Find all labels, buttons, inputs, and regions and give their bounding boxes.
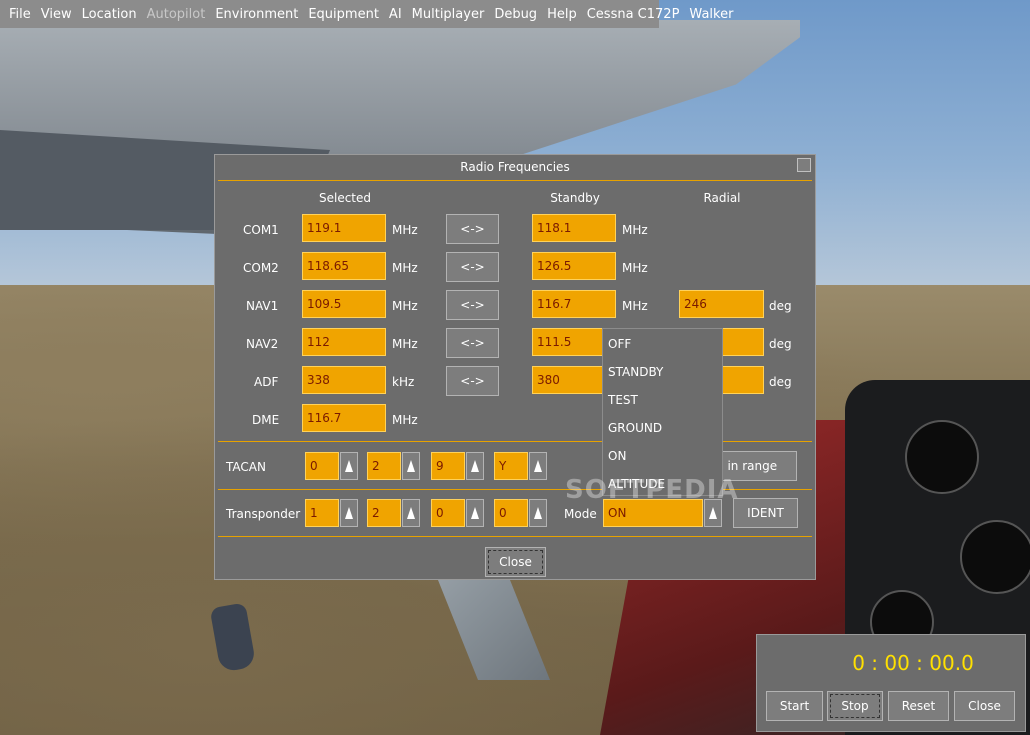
nav2-swap-button[interactable]: <-> xyxy=(446,328,499,358)
header-selected: Selected xyxy=(318,191,372,205)
tacan-label: TACAN xyxy=(226,460,266,474)
menu-bar: File View Location Autopilot Environment… xyxy=(0,0,733,28)
row-label-com2: COM2 xyxy=(243,261,279,275)
unit-label: MHz xyxy=(622,261,648,275)
unit-label: MHz xyxy=(392,299,418,313)
clock-gauge xyxy=(905,420,979,494)
row-label-dme: DME xyxy=(252,413,280,427)
header-radial: Radial xyxy=(703,191,741,205)
menu-autopilot[interactable]: Autopilot xyxy=(142,7,211,22)
menu-environment[interactable]: Environment xyxy=(210,7,303,22)
menu-walker[interactable]: Walker xyxy=(684,7,738,22)
nav1-selected-input[interactable]: 109.5 xyxy=(302,290,386,318)
menu-location[interactable]: Location xyxy=(77,7,142,22)
adf-swap-button[interactable]: <-> xyxy=(446,366,499,396)
transponder-digit-2-up-button[interactable] xyxy=(402,499,420,527)
mode-option-standby[interactable]: STANDBY xyxy=(608,365,663,379)
dialog-title: Radio Frequencies xyxy=(460,160,570,174)
tacan-digit-1-up-button[interactable] xyxy=(340,452,358,480)
mode-label: Mode xyxy=(564,507,597,521)
close-button[interactable]: Close xyxy=(485,547,546,577)
transponder-digit-1[interactable]: 1 xyxy=(305,499,339,527)
unit-label: MHz xyxy=(392,413,418,427)
menu-equipment[interactable]: Equipment xyxy=(303,7,384,22)
watermark: SOFTPEDIA xyxy=(565,475,739,505)
menu-debug[interactable]: Debug xyxy=(489,7,542,22)
transponder-digit-4-up-button[interactable] xyxy=(529,499,547,527)
tacan-xy-up-button[interactable] xyxy=(529,452,547,480)
tacan-digit-2[interactable]: 2 xyxy=(367,452,401,480)
tacan-digit-1[interactable]: 0 xyxy=(305,452,339,480)
unit-label: deg xyxy=(769,337,792,351)
unit-label: deg xyxy=(769,375,792,389)
stopwatch-time: 0 : 00 : 00.0 xyxy=(852,651,974,675)
menu-multiplayer[interactable]: Multiplayer xyxy=(407,7,490,22)
mode-option-on[interactable]: ON xyxy=(608,449,626,463)
unit-label: MHz xyxy=(392,223,418,237)
com2-swap-button[interactable]: <-> xyxy=(446,252,499,282)
stopwatch-dialog: 0 : 00 : 00.0 Start Stop Reset Close xyxy=(756,634,1026,732)
mode-option-off[interactable]: OFF xyxy=(608,337,631,351)
separator xyxy=(218,536,812,537)
com2-selected-input[interactable]: 118.65 xyxy=(302,252,386,280)
transponder-label: Transponder xyxy=(226,507,301,521)
tacan-digit-2-up-button[interactable] xyxy=(402,452,420,480)
unit-label: MHz xyxy=(392,337,418,351)
unit-label: MHz xyxy=(622,299,648,313)
separator xyxy=(218,180,812,181)
tacan-channel-xy[interactable]: Y xyxy=(494,452,528,480)
tacan-digit-3-up-button[interactable] xyxy=(466,452,484,480)
row-label-adf: ADF xyxy=(254,375,279,389)
com1-standby-input[interactable]: 118.1 xyxy=(532,214,616,242)
transponder-digit-3[interactable]: 0 xyxy=(431,499,465,527)
com1-selected-input[interactable]: 119.1 xyxy=(302,214,386,242)
menu-view[interactable]: View xyxy=(36,7,77,22)
adf-selected-input[interactable]: 338 xyxy=(302,366,386,394)
mode-option-ground[interactable]: GROUND xyxy=(608,421,662,435)
stopwatch-start-button[interactable]: Start xyxy=(766,691,823,721)
nav1-radial-input[interactable]: 246 xyxy=(679,290,764,318)
mode-option-test[interactable]: TEST xyxy=(608,393,638,407)
nav1-standby-input[interactable]: 116.7 xyxy=(532,290,616,318)
header-standby: Standby xyxy=(550,191,600,205)
unit-label: deg xyxy=(769,299,792,313)
ident-button[interactable]: IDENT xyxy=(733,498,798,528)
unit-label: MHz xyxy=(392,261,418,275)
transponder-digit-1-up-button[interactable] xyxy=(340,499,358,527)
row-label-nav2: NAV2 xyxy=(246,337,279,351)
row-label-com1: COM1 xyxy=(243,223,279,237)
instrument-gauge xyxy=(960,520,1030,594)
menu-aircraft[interactable]: Cessna C172P xyxy=(582,7,685,22)
menu-file[interactable]: File xyxy=(4,7,36,22)
tacan-digit-3[interactable]: 9 xyxy=(431,452,465,480)
transponder-digit-2[interactable]: 2 xyxy=(367,499,401,527)
dme-selected-input[interactable]: 116.7 xyxy=(302,404,386,432)
stopwatch-stop-button[interactable]: Stop xyxy=(827,691,883,721)
unit-label: MHz xyxy=(622,223,648,237)
stopwatch-close-button[interactable]: Close xyxy=(954,691,1015,721)
row-label-nav1: NAV1 xyxy=(246,299,279,313)
dialog-close-box[interactable] xyxy=(797,158,811,172)
mode-dropdown-list: OFF STANDBY TEST GROUND ON ALTITUDE xyxy=(602,328,723,496)
stopwatch-reset-button[interactable]: Reset xyxy=(888,691,949,721)
radio-frequencies-dialog: Radio Frequencies Selected Standby Radia… xyxy=(214,154,816,580)
nav1-swap-button[interactable]: <-> xyxy=(446,290,499,320)
com2-standby-input[interactable]: 126.5 xyxy=(532,252,616,280)
nav2-selected-input[interactable]: 112 xyxy=(302,328,386,356)
unit-label: kHz xyxy=(392,375,415,389)
transponder-digit-3-up-button[interactable] xyxy=(466,499,484,527)
com1-swap-button[interactable]: <-> xyxy=(446,214,499,244)
menu-ai[interactable]: AI xyxy=(384,7,407,22)
transponder-digit-4[interactable]: 0 xyxy=(494,499,528,527)
menu-help[interactable]: Help xyxy=(542,7,582,22)
